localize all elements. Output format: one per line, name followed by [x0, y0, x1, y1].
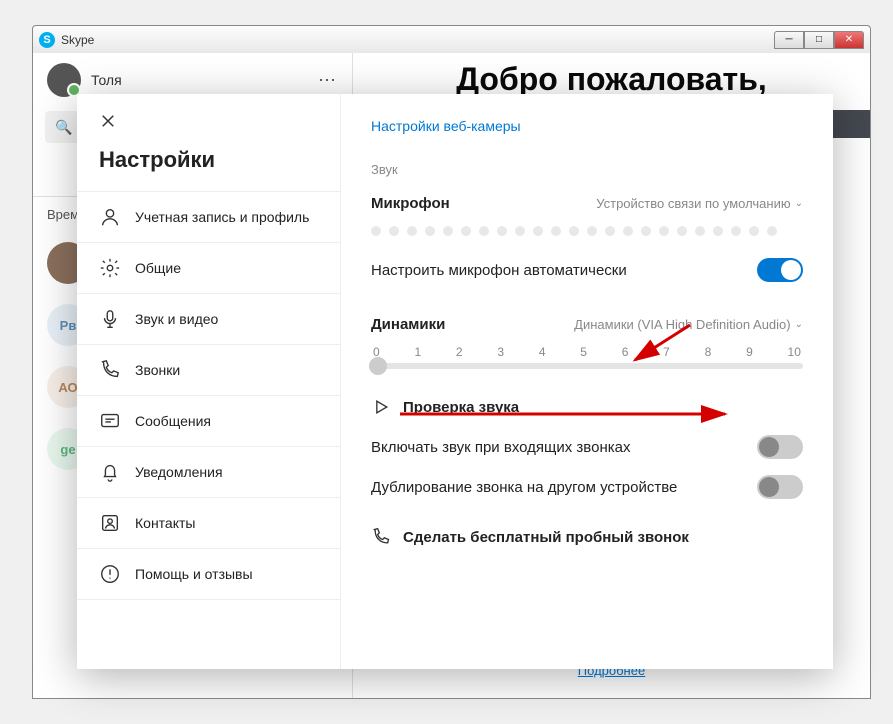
settings-content: Настройки веб-камеры Звук Микрофон Устро… — [341, 94, 833, 669]
speakers-label: Динамики — [371, 316, 445, 333]
nav-label: Уведомления — [135, 464, 223, 480]
maximize-button[interactable]: □ — [804, 31, 834, 49]
test-call-button[interactable]: Сделать бесплатный пробный звонок — [371, 517, 803, 557]
auto-mic-label: Настроить микрофон автоматически — [371, 262, 627, 279]
test-audio-button[interactable]: Проверка звука — [371, 387, 803, 427]
nav-audio-video[interactable]: Звук и видео — [77, 293, 340, 344]
contacts-icon — [99, 512, 121, 534]
microphone-level-meter — [371, 220, 803, 250]
slider-thumb[interactable] — [369, 357, 387, 375]
nav-account[interactable]: Учетная запись и профиль — [77, 191, 340, 242]
ring-incoming-label: Включать звук при входящих звонках — [371, 439, 630, 456]
sound-section-label: Звук — [371, 162, 803, 177]
nav-contacts[interactable]: Контакты — [77, 497, 340, 548]
nav-label: Помощь и отзывы — [135, 566, 253, 582]
nav-label: Звонки — [135, 362, 180, 378]
microphone-device-select[interactable]: Устройство связи по умолчанию ⌄ — [596, 196, 803, 211]
user-icon — [99, 206, 121, 228]
close-icon — [99, 112, 117, 130]
test-audio-label: Проверка звука — [403, 399, 519, 416]
gear-icon — [99, 257, 121, 279]
speakers-row: Динамики Динамики (VIA High Definition A… — [371, 308, 803, 341]
chevron-down-icon: ⌄ — [795, 198, 803, 209]
skype-icon: S — [39, 32, 55, 48]
auto-mic-toggle[interactable] — [757, 258, 803, 282]
settings-title: Настройки — [77, 143, 340, 191]
speakers-device-select[interactable]: Динамики (VIA High Definition Audio) ⌄ — [574, 317, 803, 332]
minimize-button[interactable]: ─ — [774, 31, 804, 49]
nav-label: Общие — [135, 260, 181, 276]
microphone-icon — [99, 308, 121, 330]
speaker-volume-slider[interactable] — [371, 363, 803, 369]
speakers-device-name: Динамики (VIA High Definition Audio) — [574, 317, 790, 332]
microphone-device-name: Устройство связи по умолчанию — [596, 196, 790, 211]
search-icon: 🔍 — [55, 119, 72, 136]
nav-label: Сообщения — [135, 413, 211, 429]
more-icon[interactable]: ⋯ — [318, 70, 338, 91]
ring-incoming-toggle[interactable] — [757, 435, 803, 459]
phone-icon — [371, 527, 391, 547]
close-settings-button[interactable] — [77, 94, 340, 143]
nav-general[interactable]: Общие — [77, 242, 340, 293]
settings-nav: Настройки Учетная запись и профиль Общие… — [77, 94, 341, 669]
auto-mic-row: Настроить микрофон автоматически — [371, 250, 803, 290]
bell-icon — [99, 461, 121, 483]
avatar[interactable] — [47, 63, 81, 97]
nav-label: Контакты — [135, 515, 195, 531]
duplicate-ring-toggle[interactable] — [757, 475, 803, 499]
chevron-down-icon: ⌄ — [795, 319, 803, 330]
microphone-row: Микрофон Устройство связи по умолчанию ⌄ — [371, 187, 803, 220]
nav-label: Звук и видео — [135, 311, 218, 327]
nav-messages[interactable]: Сообщения — [77, 395, 340, 446]
nav-notifications[interactable]: Уведомления — [77, 446, 340, 497]
webcam-settings-link[interactable]: Настройки веб-камеры — [371, 118, 803, 134]
nav-help[interactable]: Помощь и отзывы — [77, 548, 340, 600]
window-controls: ─ □ ✕ — [774, 31, 864, 49]
speaker-volume-ticks: 012345678910 — [371, 341, 803, 361]
help-icon — [99, 563, 121, 585]
duplicate-ring-row: Дублирование звонка на другом устройстве — [371, 467, 803, 507]
window-titlebar: S Skype ─ □ ✕ — [32, 25, 871, 53]
phone-icon — [99, 359, 121, 381]
ring-incoming-row: Включать звук при входящих звонках — [371, 427, 803, 467]
duplicate-ring-label: Дублирование звонка на другом устройстве — [371, 479, 677, 496]
close-button[interactable]: ✕ — [834, 31, 864, 49]
test-call-label: Сделать бесплатный пробный звонок — [403, 529, 689, 546]
message-icon — [99, 410, 121, 432]
profile-name: Толя — [91, 72, 308, 88]
window-title: Skype — [61, 33, 774, 47]
nav-calls[interactable]: Звонки — [77, 344, 340, 395]
nav-label: Учетная запись и профиль — [135, 209, 309, 225]
microphone-label: Микрофон — [371, 195, 450, 212]
settings-modal: Настройки Учетная запись и профиль Общие… — [77, 94, 833, 669]
play-icon — [371, 397, 391, 417]
